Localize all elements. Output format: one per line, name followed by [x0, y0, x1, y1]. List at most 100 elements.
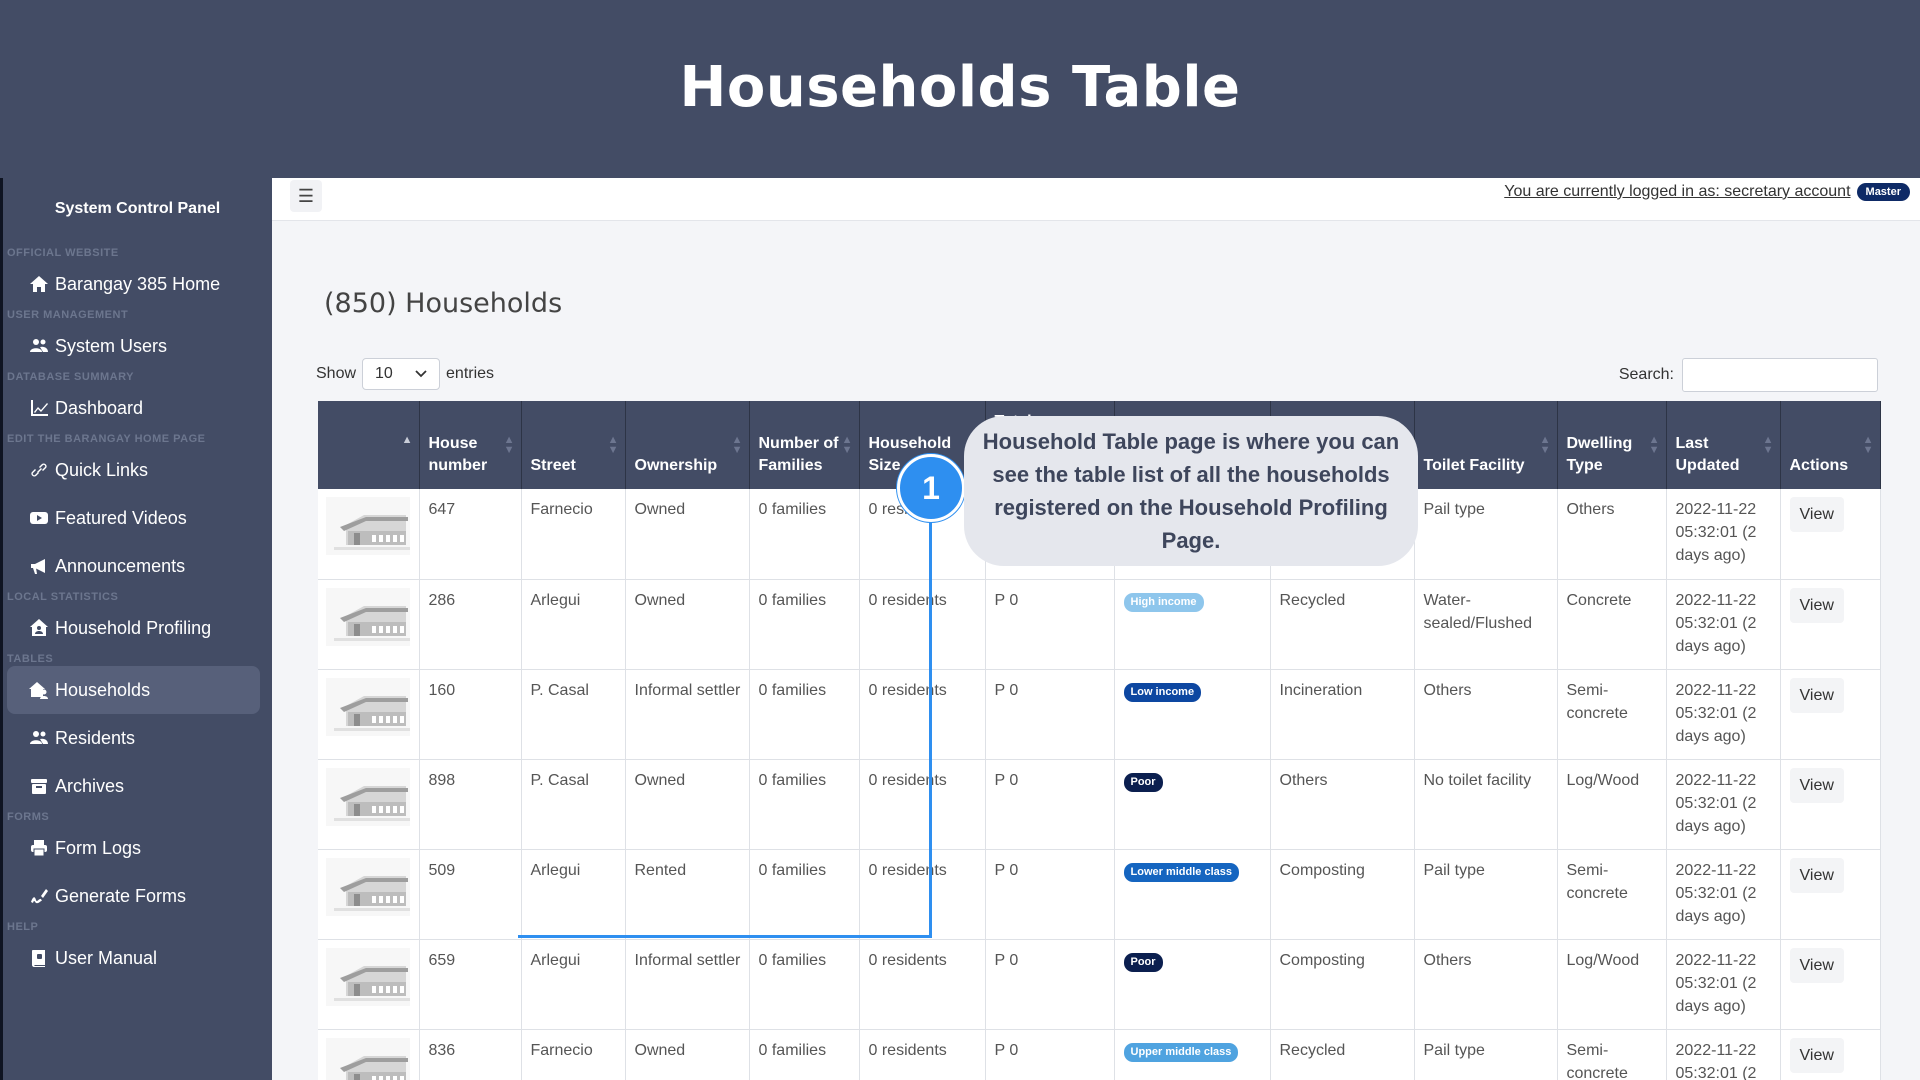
cell-text: 2022-11-22 05:32:01 (2	[1675, 1041, 1757, 1080]
cell-text: 0 residents	[868, 681, 947, 699]
sidebar-section-label: USER MANAGEMENT	[7, 309, 129, 321]
cell-families: 0 families	[749, 1029, 860, 1080]
entries-label: entries	[446, 365, 495, 382]
cell-updated: 2022-11-22 05:32:01 (2 days ago)	[1666, 579, 1781, 670]
cell-action: View	[1780, 669, 1881, 760]
cell-waste: Recycled	[1270, 1029, 1415, 1080]
cell-house: 509	[419, 849, 522, 940]
cell-text: P 0	[994, 861, 1019, 879]
cell-income-class: Lower middle class	[1114, 849, 1271, 940]
income-class-badge: Poor	[1123, 772, 1163, 792]
chevron-down-icon	[415, 365, 427, 383]
column-header[interactable]: Last Updated ▲ ▼	[1666, 401, 1781, 489]
sidebar-item-form-logs[interactable]: Form Logs	[7, 824, 260, 872]
cell-text: 160	[428, 681, 456, 699]
column-header-label: Toilet Facility	[1423, 457, 1525, 474]
column-header[interactable]: Toilet Facility ▲ ▼	[1414, 401, 1558, 489]
home-icon	[29, 274, 55, 294]
entries-select[interactable]: 10	[362, 358, 441, 390]
sidebar-section-label: HELP	[7, 921, 39, 933]
column-header-image[interactable]: ▲	[318, 401, 420, 489]
cell-toilet: Pail type	[1414, 1029, 1558, 1080]
column-header[interactable]: Dwelling Type ▲ ▼	[1557, 401, 1667, 489]
sidebar-item-household-profiling[interactable]: Household Profiling	[7, 604, 260, 652]
sidebar-item-dashboard[interactable]: Dashboard	[7, 384, 260, 432]
cell-text: 2022-11-22 05:32:01 (2 days ago)	[1675, 681, 1757, 745]
users-icon	[29, 336, 55, 356]
sidebar-item-label: Announcements	[55, 555, 186, 576]
role-badge: Master	[1856, 183, 1910, 201]
cell-text: Owned	[634, 591, 686, 609]
cell-toilet: Others	[1414, 939, 1558, 1030]
house-image	[318, 759, 420, 850]
cell-text: Arlegui	[530, 951, 581, 969]
sidebar-item-quick-links[interactable]: Quick Links	[7, 446, 260, 494]
sidebar-item-featured-videos[interactable]: Featured Videos	[7, 494, 260, 542]
sort-icon: ▲▼	[503, 434, 515, 456]
sidebar-item-residents[interactable]: Residents	[7, 714, 260, 762]
sidebar-section-label: TABLES	[7, 653, 54, 665]
cell-text: Semi-concrete	[1566, 1041, 1628, 1080]
view-button[interactable]: View	[1789, 767, 1844, 803]
search-input[interactable]	[1682, 358, 1878, 392]
column-header[interactable]: Number of Families ▲ ▼	[749, 401, 860, 489]
view-button[interactable]: View	[1789, 947, 1844, 983]
users-icon	[29, 728, 55, 748]
sidebar-item-households[interactable]: Households	[7, 666, 260, 714]
cell-income: P 0	[985, 849, 1115, 940]
search-label: Search:	[1618, 366, 1674, 383]
cell-ownership: Owned	[625, 579, 750, 670]
cell-income-class: Poor	[1114, 759, 1271, 850]
cell-text: 0 families	[758, 1041, 827, 1059]
column-header-label: Street	[530, 457, 576, 474]
view-button[interactable]: View	[1789, 857, 1844, 893]
sidebar-item-generate-forms[interactable]: Generate Forms	[7, 872, 260, 920]
sort-icon: ▲▼	[1539, 434, 1551, 456]
sort-icon: ▲▼	[1648, 434, 1660, 456]
column-header[interactable]: Street ▲ ▼	[521, 401, 626, 489]
print-icon	[29, 838, 55, 858]
column-header[interactable]: Ownership ▲ ▼	[625, 401, 750, 489]
cell-dwelling: Semi-concrete	[1557, 849, 1667, 940]
step-marker: 1	[897, 454, 965, 522]
sidebar-item-label: Featured Videos	[55, 507, 187, 528]
sidebar-item-archives[interactable]: Archives	[7, 762, 260, 810]
view-button[interactable]: View	[1789, 587, 1844, 623]
column-header[interactable]: House number ▲ ▼	[419, 401, 522, 489]
sidebar-item-label: System Users	[55, 335, 168, 356]
cell-street: Arlegui	[521, 939, 626, 1030]
logged-in-info: You are currently logged in as: secretar…	[1504, 183, 1910, 201]
sort-icon: ▲▼	[731, 434, 743, 456]
cell-income-class: Poor	[1114, 939, 1271, 1030]
cell-waste: Others	[1270, 759, 1415, 850]
cell-street: P. Casal	[521, 669, 626, 760]
table-row: 286 Arlegui Owned 0 families 0 residents P 0 H…	[318, 579, 1881, 670]
sort-icon: ▲	[401, 434, 413, 446]
hamburger-icon[interactable]: ☰	[290, 180, 322, 212]
house-image	[318, 849, 420, 940]
archive-icon	[29, 776, 55, 796]
house-user-icon	[29, 618, 55, 638]
sidebar-section-label: EDIT THE BARANGAY HOME PAGE	[7, 433, 206, 445]
cell-families: 0 families	[749, 579, 860, 670]
sidebar-item-system-users[interactable]: System Users	[7, 322, 260, 370]
house-image	[318, 579, 420, 670]
cell-updated: 2022-11-22 05:32:01 (2 days ago)	[1666, 489, 1781, 580]
cell-text: P 0	[994, 771, 1019, 789]
cell-waste: Composting	[1270, 939, 1415, 1030]
view-button[interactable]: View	[1789, 497, 1844, 532]
cell-action: View	[1780, 759, 1881, 850]
view-button[interactable]: View	[1789, 677, 1844, 713]
show-label: Show	[316, 365, 357, 382]
cell-house: 286	[419, 579, 522, 670]
sidebar-item-announcements[interactable]: Announcements	[7, 542, 260, 590]
cell-text: 0 families	[758, 951, 827, 969]
sidebar-item-user-manual[interactable]: User Manual	[7, 934, 260, 982]
cell-families: 0 families	[749, 939, 860, 1030]
logged-in-text[interactable]: You are currently logged in as: secretar…	[1504, 183, 1850, 201]
view-button[interactable]: View	[1789, 1037, 1844, 1073]
cell-action: View	[1780, 1029, 1881, 1080]
cell-income: P 0	[985, 579, 1115, 670]
sidebar-item-barangay-385-home[interactable]: Barangay 385 Home	[7, 260, 260, 308]
table-row: 160 P. Casal Informal settler 0 families 0 r…	[318, 669, 1881, 760]
